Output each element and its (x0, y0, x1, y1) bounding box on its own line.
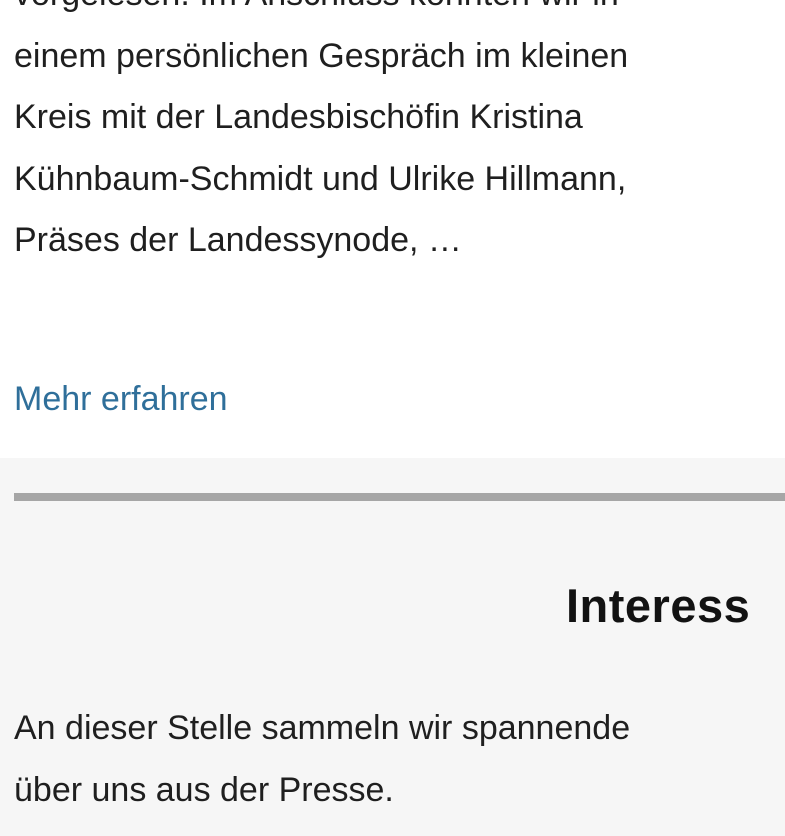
press-section: Interess An dieser Stelle sammeln wir sp… (0, 458, 785, 836)
article-line: einem persönlichen Gespräch im kleinen (14, 36, 629, 75)
article-excerpt: vorgelesen. Im Anschluss konnten wir in … (14, 0, 785, 272)
article-line: Präses der Landessynode, … (14, 221, 462, 259)
press-intro-line: über uns aus der Presse. (14, 770, 394, 809)
page: vorgelesen. Im Anschluss konnten wir in … (0, 0, 785, 836)
press-section-heading: Interess (566, 579, 751, 632)
press-intro-line: An dieser Stelle sammeln wir spannende (14, 709, 631, 747)
section-divider (14, 493, 785, 501)
article-line: vorgelesen. Im Anschluss konnten wir in (14, 0, 785, 26)
article-teaser: vorgelesen. Im Anschluss konnten wir in … (0, 0, 785, 458)
press-section-intro: An dieser Stelle sammeln wir spannende ü… (14, 698, 785, 821)
more-link[interactable]: Mehr erfahren (14, 374, 228, 424)
article-line: Kühnbaum-Schmidt und Ulrike Hillmann, (14, 159, 627, 198)
article-line: Kreis mit der Landesbischöfin Kristina (14, 98, 583, 136)
